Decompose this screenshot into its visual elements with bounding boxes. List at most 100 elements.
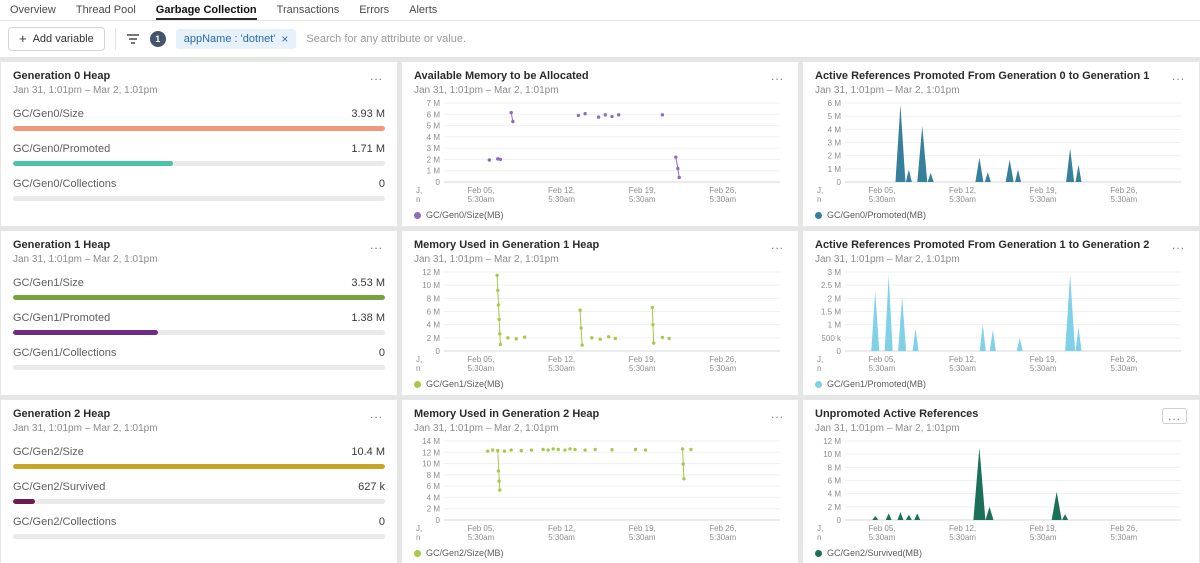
svg-text:5:30am: 5:30am xyxy=(629,195,656,204)
tab-garbage-collection[interactable]: Garbage Collection xyxy=(156,0,257,20)
svg-text:10 M: 10 M xyxy=(823,450,841,459)
metric-bar-track xyxy=(13,365,385,370)
panel-header: Memory Used in Generation 1 HeapJan 31, … xyxy=(414,239,786,265)
panel-header: Active References Promoted From Generati… xyxy=(815,70,1187,96)
chart-legend: GC/Gen2/Survived(MB) xyxy=(815,548,1187,558)
svg-text:Feb 19,: Feb 19, xyxy=(629,355,656,364)
filter-toolbar: + Add variable 1 appName : 'dotnet' × Se… xyxy=(0,21,1200,58)
chart-area: 6 M5 M4 M3 M2 M1 M0J,nFeb 05,5:30amFeb 1… xyxy=(815,98,1187,209)
metric-value: 10.4 M xyxy=(351,446,385,458)
metric-value: 3.93 M xyxy=(351,108,385,120)
panel-header-text: Generation 2 HeapJan 31, 1:01pm – Mar 2,… xyxy=(13,408,158,434)
panel-header: Generation 2 HeapJan 31, 1:01pm – Mar 2,… xyxy=(13,408,385,434)
svg-text:5:30am: 5:30am xyxy=(949,533,976,542)
metric-row: GC/Gen0/Collections0 xyxy=(13,178,385,201)
metric-row: GC/Gen2/Collections0 xyxy=(13,516,385,539)
metric-bar-fill xyxy=(13,464,385,469)
panel-menu-button[interactable]: ... xyxy=(1170,239,1187,251)
metric-label: GC/Gen1/Promoted xyxy=(13,312,110,324)
svg-text:Feb 26,: Feb 26, xyxy=(1110,186,1137,195)
panel-4: Generation 1 HeapJan 31, 1:01pm – Mar 2,… xyxy=(0,230,398,396)
svg-text:7 M: 7 M xyxy=(427,99,441,108)
legend-dot-icon xyxy=(815,212,822,219)
svg-text:5:30am: 5:30am xyxy=(1111,533,1138,542)
panel-header-text: Available Memory to be AllocatedJan 31, … xyxy=(414,70,589,96)
svg-text:5:30am: 5:30am xyxy=(548,195,575,204)
svg-text:Feb 05,: Feb 05, xyxy=(868,355,895,364)
panel-subtitle: Jan 31, 1:01pm – Mar 2, 1:01pm xyxy=(13,254,158,265)
legend-dot-icon xyxy=(414,212,421,219)
panel-menu-button[interactable]: ... xyxy=(769,408,786,420)
svg-text:2 M: 2 M xyxy=(427,334,441,343)
metric-bar-fill xyxy=(13,499,35,504)
svg-text:2 M: 2 M xyxy=(828,503,842,512)
svg-text:2 M: 2 M xyxy=(427,155,441,164)
svg-text:Feb 12,: Feb 12, xyxy=(949,524,976,533)
filter-pill[interactable]: appName : 'dotnet' × xyxy=(176,29,297,49)
metric-row: GC/Gen0/Size3.93 M xyxy=(13,108,385,131)
tab-alerts[interactable]: Alerts xyxy=(409,0,437,20)
metric-bar-track xyxy=(13,126,385,131)
svg-text:5:30am: 5:30am xyxy=(869,533,896,542)
chart-legend: GC/Gen0/Promoted(MB) xyxy=(815,210,1187,220)
svg-text:Feb 19,: Feb 19, xyxy=(629,186,656,195)
svg-text:Feb 12,: Feb 12, xyxy=(949,186,976,195)
svg-text:3 M: 3 M xyxy=(427,144,441,153)
svg-text:Feb 19,: Feb 19, xyxy=(629,524,656,533)
metric-row: GC/Gen2/Survived627 k xyxy=(13,481,385,504)
panel-menu-button[interactable]: ... xyxy=(1170,70,1187,82)
svg-text:2 M: 2 M xyxy=(828,294,842,303)
tab-transactions[interactable]: Transactions xyxy=(277,0,340,20)
metric-line: GC/Gen1/Promoted1.38 M xyxy=(13,312,385,324)
panel-header: Generation 0 HeapJan 31, 1:01pm – Mar 2,… xyxy=(13,70,385,96)
svg-text:0: 0 xyxy=(436,347,441,356)
svg-text:5:30am: 5:30am xyxy=(1030,533,1057,542)
metric-row: GC/Gen0/Promoted1.71 M xyxy=(13,143,385,166)
panel-menu-button[interactable]: ... xyxy=(368,70,385,82)
svg-text:Feb 12,: Feb 12, xyxy=(548,186,575,195)
add-variable-button[interactable]: + Add variable xyxy=(8,27,105,51)
svg-text:J,: J, xyxy=(817,355,823,364)
svg-text:8 M: 8 M xyxy=(427,471,441,480)
svg-text:12 M: 12 M xyxy=(823,437,841,446)
panel-title: Generation 0 Heap xyxy=(13,70,158,83)
chart-area: 7 M6 M5 M4 M3 M2 M1 M0J,nFeb 05,5:30amFe… xyxy=(414,98,786,209)
panel-menu-button[interactable]: ... xyxy=(368,408,385,420)
tab-thread-pool[interactable]: Thread Pool xyxy=(76,0,136,20)
dashboard-grid: Generation 0 Heap Jan 31, 1:01pm – Mar 2,… xyxy=(0,58,1200,563)
svg-text:Feb 19,: Feb 19, xyxy=(1030,186,1057,195)
panel-header-text: Unpromoted Active ReferencesJan 31, 1:01… xyxy=(815,408,978,434)
svg-text:6 M: 6 M xyxy=(828,99,842,108)
filter-pill-label: appName : 'dotnet' xyxy=(184,33,276,45)
svg-text:5:30am: 5:30am xyxy=(1111,364,1138,373)
chart-canvas: 6 M5 M4 M3 M2 M1 M0J,nFeb 05,5:30amFeb 1… xyxy=(815,98,1187,204)
plus-icon: + xyxy=(19,34,27,44)
chart-area: 14 M12 M10 M8 M6 M4 M2 M0J,nFeb 05,5:30a… xyxy=(414,436,786,547)
panel-subtitle: Jan 31, 1:01pm – Mar 2, 1:01pm xyxy=(815,254,1149,265)
metric-bar-fill xyxy=(13,161,173,166)
tab-errors[interactable]: Errors xyxy=(359,0,389,20)
svg-text:0: 0 xyxy=(436,178,441,187)
metric-value: 0 xyxy=(379,516,385,528)
svg-text:5:30am: 5:30am xyxy=(629,364,656,373)
legend-label: GC/Gen0/Promoted(MB) xyxy=(827,210,926,220)
panel-menu-button[interactable]: ... xyxy=(769,239,786,251)
panel-header: Active References Promoted From Generati… xyxy=(815,239,1187,265)
metric-label: GC/Gen1/Size xyxy=(13,277,84,289)
filter-icon[interactable] xyxy=(126,33,140,45)
panel-menu-button[interactable]: ... xyxy=(769,70,786,82)
remove-filter-icon[interactable]: × xyxy=(281,34,288,44)
panel-menu-button[interactable]: ... xyxy=(1162,408,1187,424)
search-input[interactable]: Search for any attribute or value. xyxy=(306,33,1192,45)
svg-text:6 M: 6 M xyxy=(427,110,441,119)
svg-text:5:30am: 5:30am xyxy=(1111,195,1138,204)
panel-subtitle: Jan 31, 1:01pm – Mar 2, 1:01pm xyxy=(815,85,1149,96)
svg-text:Feb 26,: Feb 26, xyxy=(709,355,736,364)
panel-3: Active References Promoted From Generati… xyxy=(802,61,1200,227)
panel-menu-button[interactable]: ... xyxy=(368,239,385,251)
panel-5: Memory Used in Generation 1 HeapJan 31, … xyxy=(401,230,799,396)
svg-text:4 M: 4 M xyxy=(427,133,441,142)
chart-legend: GC/Gen0/Size(MB) xyxy=(414,210,786,220)
metric-value: 627 k xyxy=(358,481,385,493)
tab-overview[interactable]: Overview xyxy=(10,0,56,20)
